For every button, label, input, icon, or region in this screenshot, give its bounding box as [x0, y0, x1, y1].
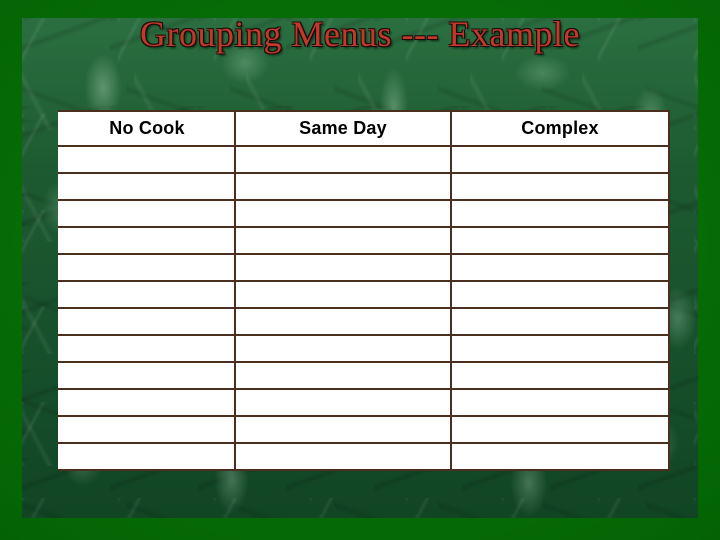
table-cell[interactable]	[234, 307, 452, 336]
table-header-row: No Cook Same Day Complex	[58, 110, 670, 147]
table-row	[58, 307, 670, 336]
column-header-complex: Complex	[450, 110, 670, 147]
table-cell[interactable]	[234, 361, 452, 390]
table-row	[58, 199, 670, 228]
table-cell[interactable]	[58, 280, 236, 309]
table-cell[interactable]	[450, 415, 670, 444]
table-cell[interactable]	[58, 145, 236, 174]
table-cell[interactable]	[234, 199, 452, 228]
table-cell[interactable]	[450, 226, 670, 255]
table-cell[interactable]	[58, 334, 236, 363]
table-cell[interactable]	[58, 415, 236, 444]
grouping-menus-table: No Cook Same Day Complex	[58, 110, 670, 471]
table-cell[interactable]	[234, 334, 452, 363]
table-cell[interactable]	[58, 388, 236, 417]
table-cell[interactable]	[234, 226, 452, 255]
column-header-same-day: Same Day	[234, 110, 452, 147]
table-cell[interactable]	[450, 253, 670, 282]
slide-root: Grouping Menus --- Example No Cook Same …	[0, 0, 720, 540]
table-cell[interactable]	[58, 172, 236, 201]
table-cell[interactable]	[450, 361, 670, 390]
table-body	[58, 145, 670, 471]
table-cell[interactable]	[234, 145, 452, 174]
table-cell[interactable]	[450, 280, 670, 309]
table-cell[interactable]	[58, 307, 236, 336]
table-cell[interactable]	[234, 415, 452, 444]
table-cell[interactable]	[450, 145, 670, 174]
table-row	[58, 334, 670, 363]
table-row	[58, 172, 670, 201]
table-cell[interactable]	[450, 307, 670, 336]
table-cell[interactable]	[58, 226, 236, 255]
table-cell[interactable]	[450, 172, 670, 201]
table-row	[58, 361, 670, 390]
table-cell[interactable]	[234, 388, 452, 417]
table-row	[58, 145, 670, 174]
table-cell[interactable]	[234, 280, 452, 309]
table-row	[58, 226, 670, 255]
table-cell[interactable]	[58, 361, 236, 390]
table-cell[interactable]	[58, 199, 236, 228]
column-header-no-cook: No Cook	[58, 110, 236, 147]
table-row	[58, 253, 670, 282]
table-row	[58, 280, 670, 309]
table-cell[interactable]	[450, 442, 670, 471]
table-cell[interactable]	[450, 388, 670, 417]
table-cell[interactable]	[234, 172, 452, 201]
table-cell[interactable]	[234, 442, 452, 471]
table-header: No Cook Same Day Complex	[58, 110, 670, 147]
table-cell[interactable]	[234, 253, 452, 282]
table-cell[interactable]	[450, 334, 670, 363]
table-cell[interactable]	[450, 199, 670, 228]
table-cell[interactable]	[58, 442, 236, 471]
table-row	[58, 388, 670, 417]
table-row	[58, 442, 670, 471]
table-cell[interactable]	[58, 253, 236, 282]
table-row	[58, 415, 670, 444]
